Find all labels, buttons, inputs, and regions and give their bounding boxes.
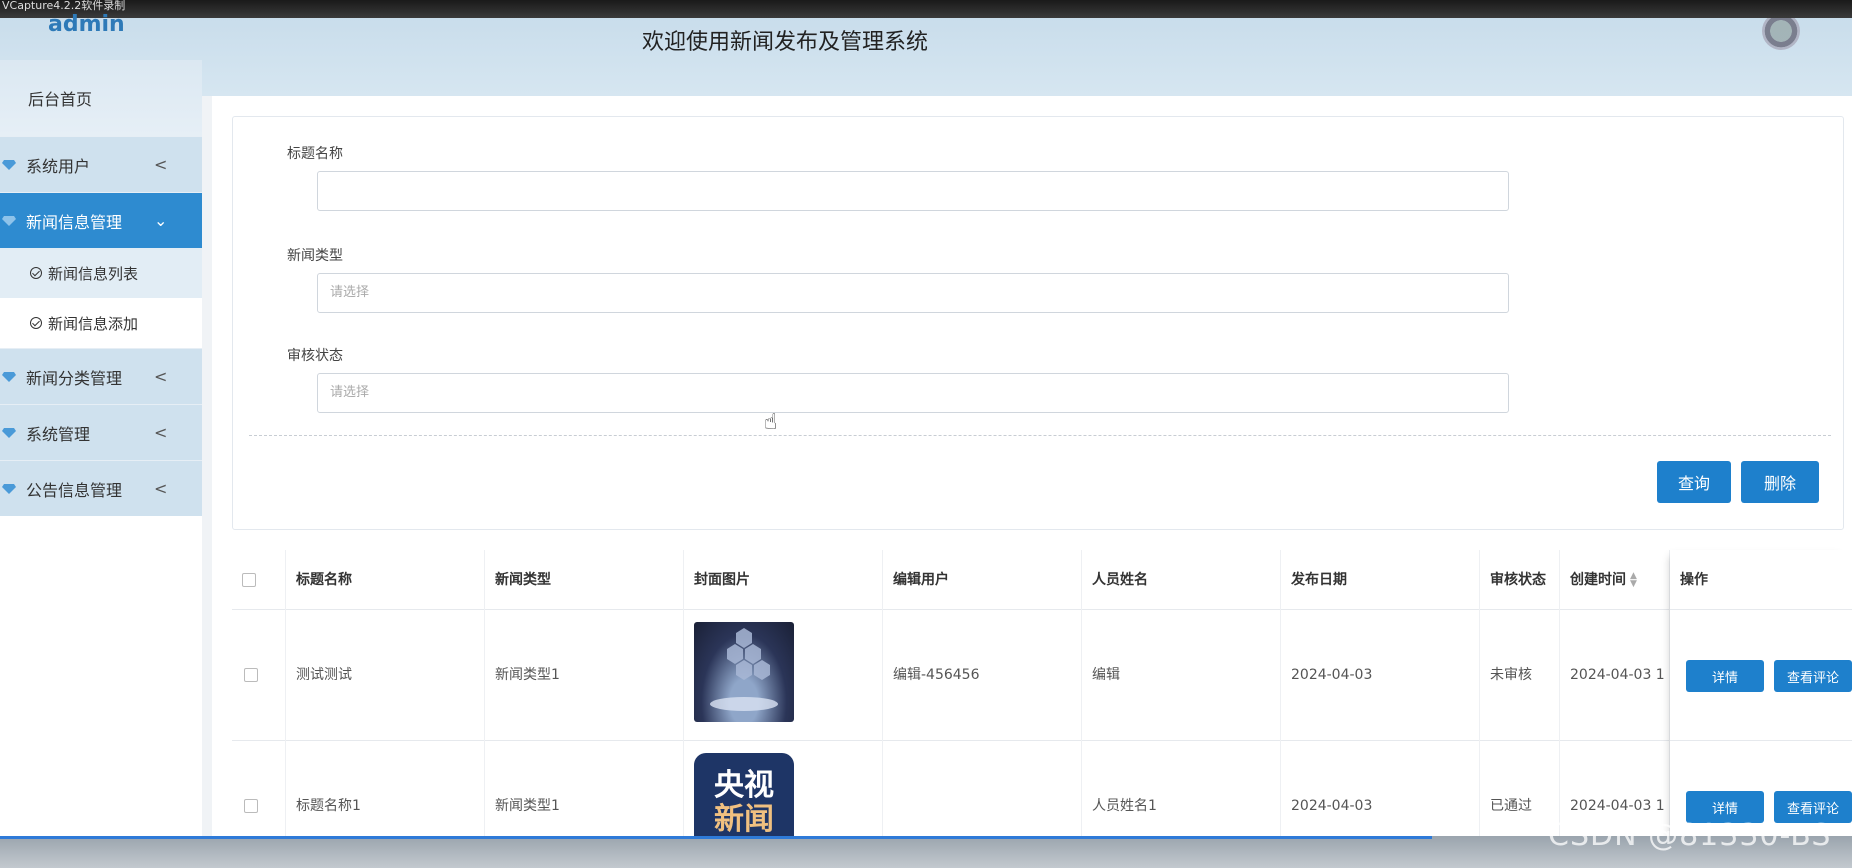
column-header[interactable]: 人员姓名 xyxy=(1082,550,1281,610)
status-select[interactable]: 请选择 xyxy=(317,373,1509,413)
column-header[interactable]: 审核状态 xyxy=(1480,550,1560,610)
sidebar-item-label: 新闻信息管理 xyxy=(26,212,123,232)
sidebar-item-news-management[interactable]: 新闻信息管理 ⌄ xyxy=(0,192,202,248)
column-header-created[interactable]: 创建时间 ▲ ▼ xyxy=(1560,550,1670,610)
cell-person: 编辑 xyxy=(1082,610,1281,741)
chevron-down-icon: ⌄ xyxy=(154,211,168,230)
watermark: CSDN @81330-BS xyxy=(1548,818,1832,853)
column-header[interactable]: 标题名称 xyxy=(286,550,485,610)
sidebar-item-system-management[interactable]: 系统管理 < xyxy=(0,404,202,460)
row-checkbox[interactable] xyxy=(244,799,258,813)
sidebar-item-category-management[interactable]: 新闻分类管理 < xyxy=(0,348,202,404)
check-circle-icon xyxy=(30,317,42,329)
column-header: 操作 xyxy=(1680,572,1708,588)
diamond-icon xyxy=(2,371,16,382)
chevron-left-icon: < xyxy=(154,423,168,442)
hand-cursor-icon: ☝ xyxy=(764,410,778,435)
sidebar-item-label: 后台首页 xyxy=(28,90,93,109)
check-circle-icon xyxy=(30,267,42,279)
cell-status: 未审核 xyxy=(1480,610,1560,741)
brand-logo: admin xyxy=(48,12,125,37)
cover-image[interactable] xyxy=(694,622,794,722)
hexagon-pattern-icon xyxy=(710,628,778,711)
chevron-left-icon: < xyxy=(154,479,168,498)
cover-logo-text-bottom: 新闻 xyxy=(714,802,774,837)
video-progress-bar[interactable] xyxy=(0,836,1432,839)
cell-type: 新闻类型1 xyxy=(485,610,684,741)
title-field-label: 标题名称 xyxy=(287,146,343,162)
type-select[interactable]: 请选择 xyxy=(317,273,1509,313)
sidebar-item-label: 公告信息管理 xyxy=(26,480,123,500)
recorder-title: VCapture4.2.2软件录制 xyxy=(2,0,126,12)
diamond-icon xyxy=(2,427,16,438)
search-form: 标题名称 新闻类型 请选择 审核状态 请选择 查询 删除 xyxy=(232,116,1844,530)
column-header[interactable]: 新闻类型 xyxy=(485,550,684,610)
chevron-left-icon: < xyxy=(154,367,168,386)
sidebar-subitem-label: 新闻信息添加 xyxy=(48,314,139,333)
sidebar-subitem-label: 新闻信息列表 xyxy=(48,264,139,283)
select-all-checkbox[interactable] xyxy=(242,573,256,587)
cell-title: 测试测试 xyxy=(286,610,485,741)
sidebar-item-label: 系统管理 xyxy=(26,424,91,444)
sidebar-item-system-users[interactable]: 系统用户 < xyxy=(0,136,202,192)
status-field-label: 审核状态 xyxy=(287,348,343,364)
row-checkbox[interactable] xyxy=(244,668,258,682)
sidebar-item-home[interactable]: 后台首页 xyxy=(0,60,202,136)
sidebar-item-label: 系统用户 xyxy=(26,156,91,176)
chevron-left-icon: < xyxy=(154,155,168,174)
cell-created: 2024-04-03 1 xyxy=(1560,610,1670,741)
sidebar-subitem-news-list[interactable]: 新闻信息列表 xyxy=(0,248,202,298)
query-button[interactable]: 查询 xyxy=(1657,461,1731,503)
diamond-icon xyxy=(2,159,16,170)
cell-cover xyxy=(684,610,883,741)
cell-date: 2024-04-03 xyxy=(1281,610,1480,741)
sidebar: 后台首页 系统用户 < 新闻信息管理 ⌄ 新闻信息列表 新闻信息添加 新闻分类管… xyxy=(0,60,202,868)
main-content: 标题名称 新闻类型 请选择 审核状态 请选择 查询 删除 标题名称 新闻类型 封… xyxy=(212,96,1852,868)
type-field-label: 新闻类型 xyxy=(287,248,343,264)
table-header: 标题名称 新闻类型 封面图片 编辑用户 人员姓名 发布日期 审核状态 创建时间 ▲… xyxy=(232,550,1852,610)
sidebar-item-notice-management[interactable]: 公告信息管理 < xyxy=(0,460,202,516)
sidebar-subitem-news-add[interactable]: 新闻信息添加 xyxy=(0,298,202,348)
row-select-cell xyxy=(232,610,286,741)
diamond-icon xyxy=(2,483,16,494)
cell-actions: 详情 查看评论 xyxy=(1670,610,1852,741)
table-row: 测试测试 新闻类型1 编辑-456456 编辑 2024-04-03 未审核 2… xyxy=(232,610,1852,741)
column-header[interactable]: 发布日期 xyxy=(1281,550,1480,610)
view-comments-button[interactable]: 查看评论 xyxy=(1774,660,1852,692)
header-select-cell xyxy=(232,550,286,610)
title-input[interactable] xyxy=(317,171,1509,211)
sort-icon[interactable]: ▲ ▼ xyxy=(1630,572,1637,589)
sidebar-item-label: 新闻分类管理 xyxy=(26,368,123,388)
diamond-icon xyxy=(2,215,16,226)
column-header[interactable]: 编辑用户 xyxy=(883,550,1082,610)
detail-button[interactable]: 详情 xyxy=(1686,660,1764,692)
delete-button[interactable]: 删除 xyxy=(1741,461,1819,503)
cell-editor: 编辑-456456 xyxy=(883,610,1082,741)
column-header-label: 创建时间 xyxy=(1570,572,1626,588)
recorder-title-bar: VCapture4.2.2软件录制 xyxy=(0,0,1852,18)
page-title: 欢迎使用新闻发布及管理系统 xyxy=(642,30,929,55)
divider xyxy=(249,435,1831,436)
cover-logo-text-top: 央视 xyxy=(714,768,774,803)
column-header[interactable]: 封面图片 xyxy=(684,550,883,610)
